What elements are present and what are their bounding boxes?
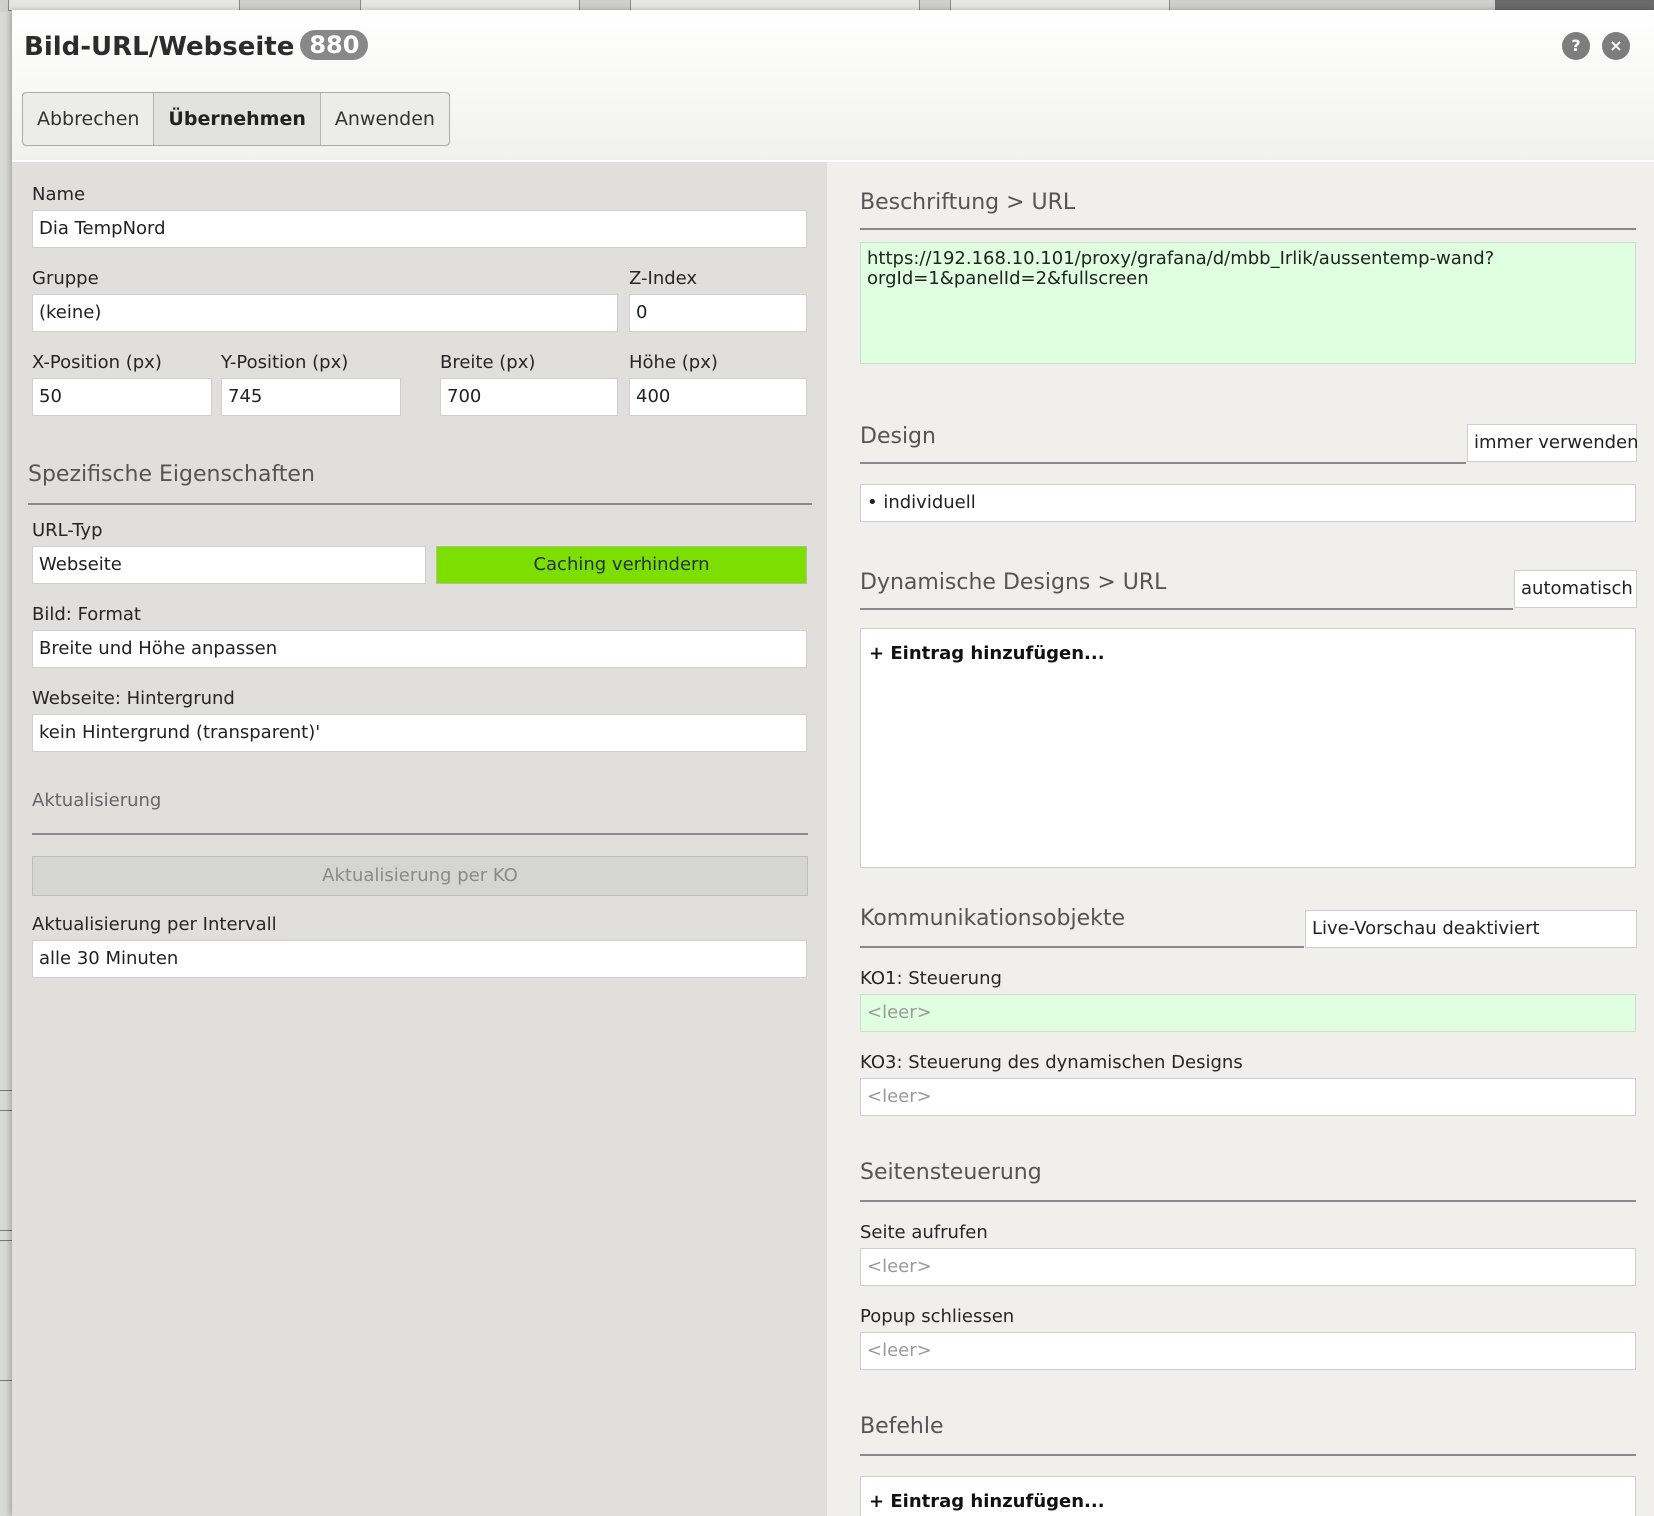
- section-divider: [32, 833, 808, 835]
- url-textarea[interactable]: https://192.168.10.101/proxy/grafana/d/m…: [860, 242, 1636, 364]
- update-via-ko-button[interactable]: Aktualisierung per KO: [32, 856, 808, 896]
- ko1-input[interactable]: <leer>: [860, 994, 1636, 1032]
- section-divider: [28, 503, 812, 505]
- height-label: Höhe (px): [629, 352, 718, 373]
- update-section-title: Aktualisierung: [32, 790, 162, 811]
- design-section-title: Design: [860, 424, 936, 449]
- ko1-label: KO1: Steuerung: [860, 968, 1002, 989]
- page-control-section-title: Seitensteuerung: [860, 1160, 1042, 1185]
- commands-list: + Eintrag hinzufügen...: [860, 1476, 1636, 1516]
- urltype-label: URL-Typ: [32, 520, 103, 541]
- section-divider: [860, 1454, 1636, 1456]
- close-popup-input[interactable]: <leer>: [860, 1332, 1636, 1370]
- name-label: Name: [32, 184, 86, 205]
- background-line: [0, 1090, 12, 1091]
- automatic-toggle[interactable]: automatisch: [1514, 570, 1637, 608]
- specific-section-title: Spezifische Eigenschaften: [28, 462, 315, 487]
- close-popup-label: Popup schliessen: [860, 1306, 1015, 1327]
- urltype-select[interactable]: Webseite: [32, 546, 426, 584]
- zindex-input[interactable]: 0: [629, 294, 807, 332]
- live-preview-toggle[interactable]: Live-Vorschau deaktiviert: [1305, 910, 1637, 948]
- cancel-button[interactable]: Abbrechen: [23, 93, 155, 145]
- group-label: Gruppe: [32, 268, 99, 289]
- dialog-title-text: Bild-URL/Webseite: [24, 32, 295, 62]
- section-divider: [860, 228, 1636, 230]
- commands-add-entry[interactable]: + Eintrag hinzufügen...: [869, 1491, 1105, 1512]
- design-select[interactable]: • individuell: [860, 484, 1636, 522]
- dynamic-designs-list: + Eintrag hinzufügen...: [860, 628, 1636, 868]
- format-label: Bild: Format: [32, 604, 141, 625]
- help-icon[interactable]: ?: [1562, 32, 1590, 60]
- background-line: [0, 1230, 12, 1231]
- dialog-title: Bild-URL/Webseite 880: [24, 30, 369, 62]
- right-pane: Beschriftung > URL https://192.168.10.10…: [827, 162, 1654, 1516]
- properties-dialog: Bild-URL/Webseite 880 ? × Abbrechen Übern…: [12, 10, 1654, 1516]
- background-line: [0, 1380, 12, 1381]
- name-input[interactable]: Dia TempNord: [32, 210, 807, 248]
- prevent-caching-button[interactable]: Caching verhindern: [436, 546, 807, 584]
- interval-select[interactable]: alle 30 Minuten: [32, 940, 807, 978]
- format-select[interactable]: Breite und Höhe anpassen: [32, 630, 807, 668]
- width-input[interactable]: 700: [440, 378, 618, 416]
- interval-label: Aktualisierung per Intervall: [32, 914, 277, 935]
- section-divider: [860, 1200, 1636, 1202]
- ko3-label: KO3: Steuerung des dynamischen Designs: [860, 1052, 1243, 1073]
- toolbar: Abbrechen Übernehmen Anwenden: [22, 92, 450, 146]
- open-page-input[interactable]: <leer>: [860, 1248, 1636, 1286]
- apply-button[interactable]: Anwenden: [321, 93, 449, 145]
- left-pane: Name Dia TempNord Gruppe (keine) Z-Index…: [12, 162, 827, 1516]
- group-select[interactable]: (keine): [32, 294, 618, 332]
- ypos-input[interactable]: 745: [221, 378, 401, 416]
- zindex-label: Z-Index: [629, 268, 698, 289]
- section-divider: [860, 946, 1304, 948]
- dialog-header: Bild-URL/Webseite 880 ? × Abbrechen Übern…: [12, 10, 1654, 162]
- ko3-input[interactable]: <leer>: [860, 1078, 1636, 1116]
- section-divider: [860, 608, 1513, 610]
- open-page-label: Seite aufrufen: [860, 1222, 988, 1243]
- background-line: [0, 1240, 12, 1241]
- section-divider: [860, 462, 1466, 464]
- ypos-label: Y-Position (px): [221, 352, 349, 373]
- xpos-label: X-Position (px): [32, 352, 162, 373]
- height-input[interactable]: 400: [629, 378, 807, 416]
- commands-section-title: Befehle: [860, 1414, 944, 1439]
- id-badge: 880: [300, 30, 369, 60]
- always-use-toggle[interactable]: immer verwenden: [1467, 424, 1639, 462]
- background-label: Webseite: Hintergrund: [32, 688, 235, 709]
- background-line: [0, 1110, 12, 1111]
- close-icon[interactable]: ×: [1602, 32, 1630, 60]
- caption-section-title: Beschriftung > URL: [860, 190, 1076, 215]
- width-label: Breite (px): [440, 352, 536, 373]
- accept-button[interactable]: Übernehmen: [154, 93, 321, 145]
- background-select[interactable]: kein Hintergrund (transparent)': [32, 714, 807, 752]
- communication-section-title: Kommunikationsobjekte: [860, 906, 1126, 931]
- xpos-input[interactable]: 50: [32, 378, 212, 416]
- dynamic-designs-section-title: Dynamische Designs > URL: [860, 570, 1167, 595]
- dynamic-designs-add-entry[interactable]: + Eintrag hinzufügen...: [869, 643, 1105, 664]
